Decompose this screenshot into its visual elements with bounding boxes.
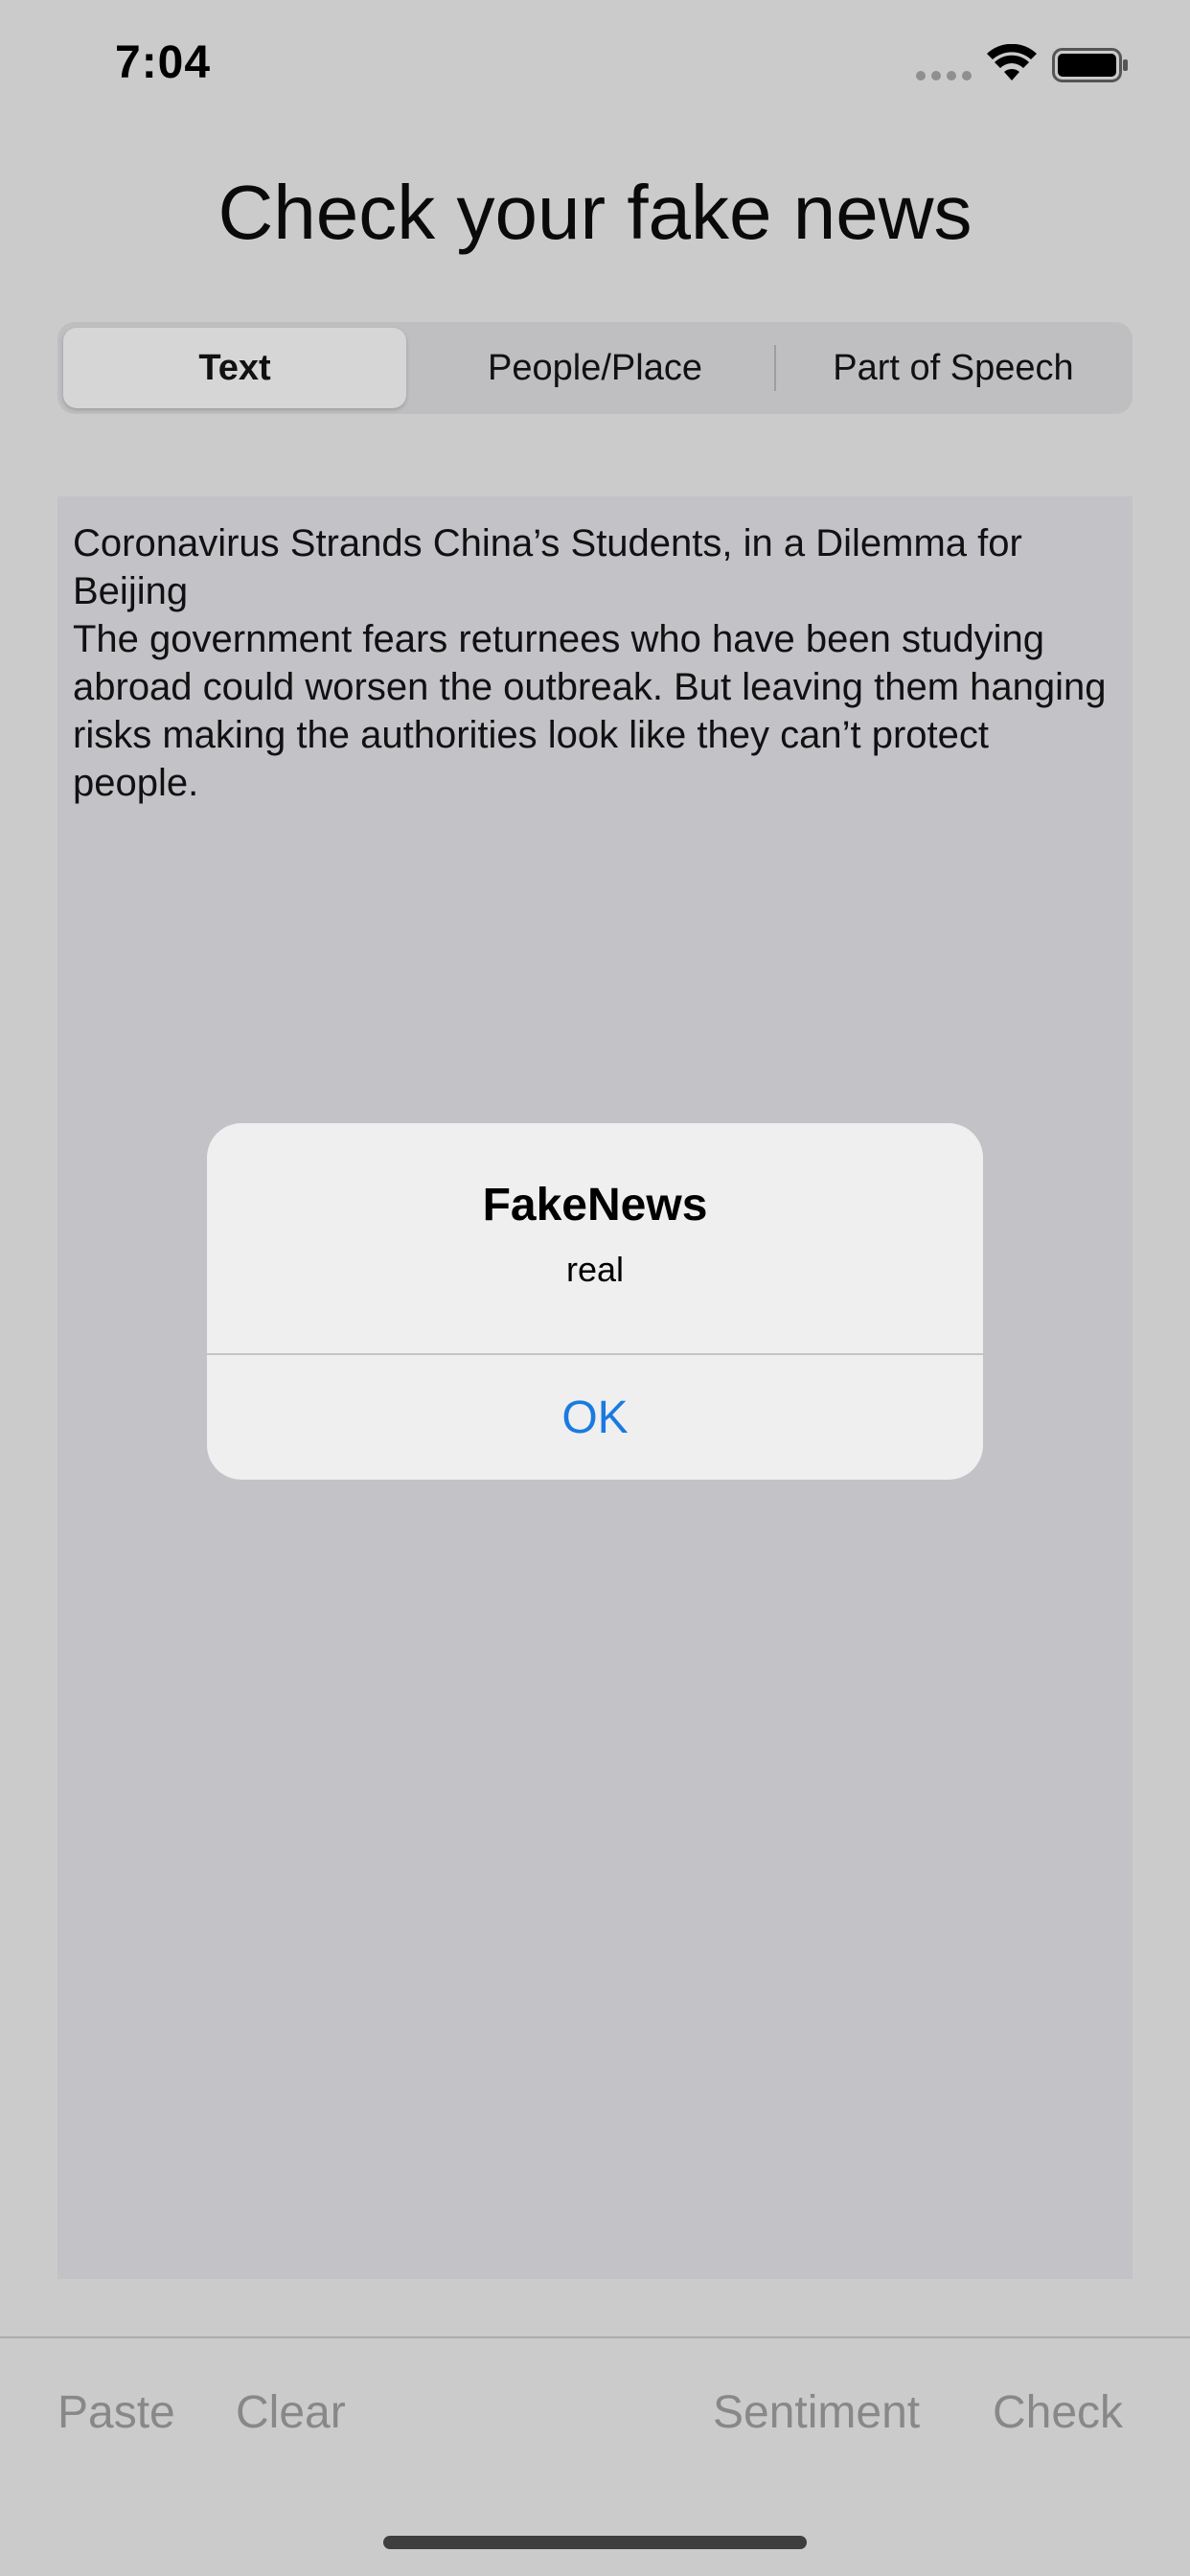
check-button[interactable]: Check	[993, 2386, 1123, 2439]
sentiment-button[interactable]: Sentiment	[713, 2386, 920, 2439]
page-title: Check your fake news	[217, 170, 973, 255]
segment-text[interactable]: Text	[63, 328, 406, 408]
toolbar-divider	[0, 2336, 1190, 2338]
news-text-content: Coronavirus Strands China’s Students, in…	[73, 522, 1107, 804]
home-indicator[interactable]	[383, 2536, 807, 2549]
battery-icon	[1052, 48, 1128, 82]
wifi-icon	[987, 44, 1037, 80]
alert-title: FakeNews	[482, 1180, 708, 1230]
segment-part-of-speech[interactable]: Part of Speech	[774, 322, 1133, 414]
paste-button[interactable]: Paste	[57, 2386, 175, 2439]
alert-message: real	[565, 1250, 625, 1289]
signal-dots-icon	[916, 71, 972, 80]
clear-button[interactable]: Clear	[236, 2386, 346, 2439]
segment-people-place[interactable]: People/Place	[416, 322, 774, 414]
result-alert: FakeNews real OK	[207, 1123, 983, 1480]
status-bar-time: 7:04	[115, 37, 212, 88]
segmented-control: Text People/Place Part of Speech	[57, 322, 1133, 414]
alert-ok-button[interactable]: OK	[207, 1355, 983, 1480]
